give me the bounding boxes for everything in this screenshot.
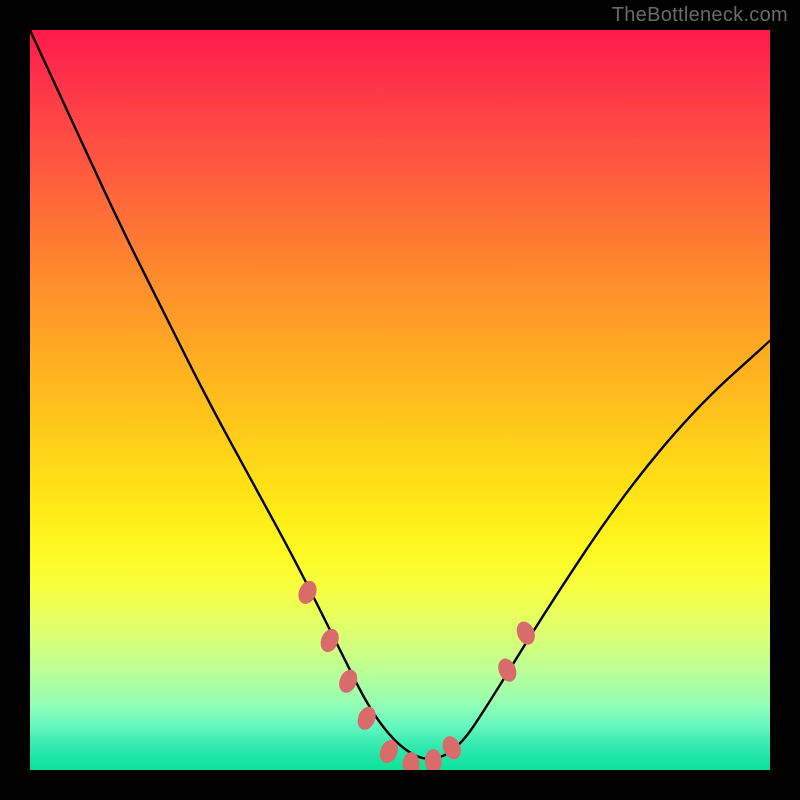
plot-area [30, 30, 770, 770]
chart-frame: TheBottleneck.com [0, 0, 800, 800]
gradient-background [30, 30, 770, 770]
watermark-text: TheBottleneck.com [612, 4, 788, 27]
